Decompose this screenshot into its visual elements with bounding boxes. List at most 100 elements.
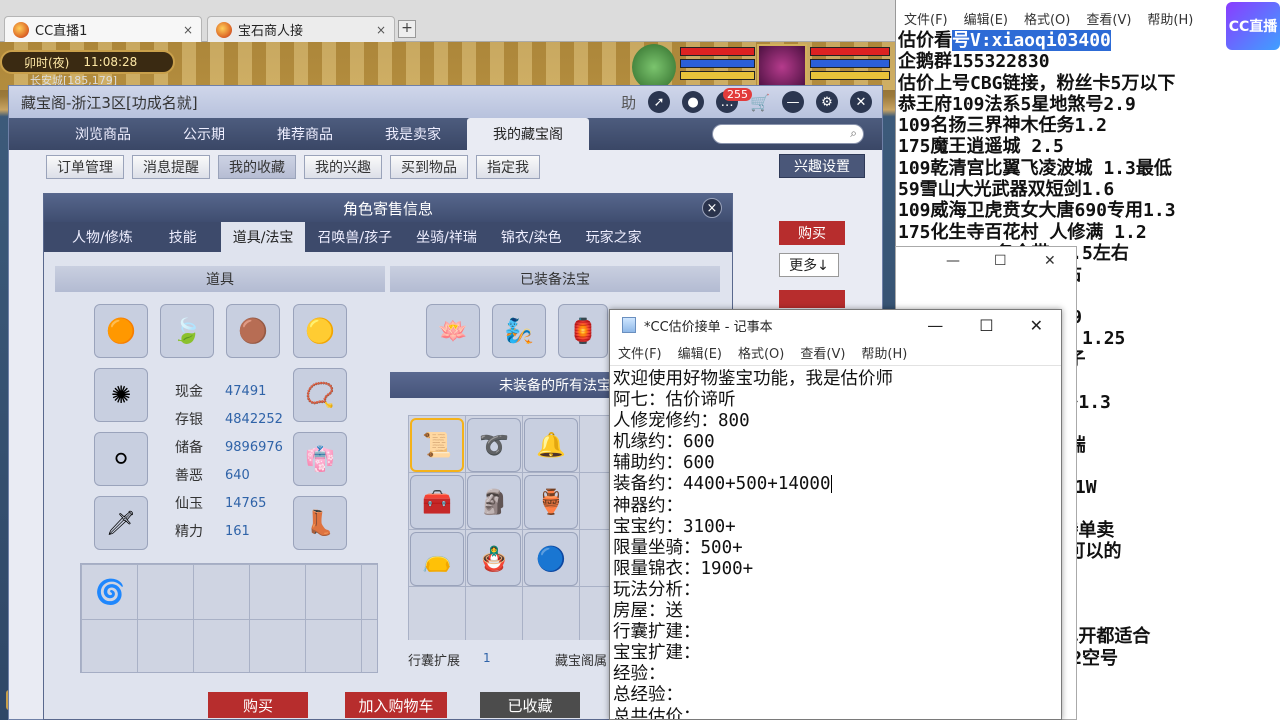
tab-items-treasures[interactable]: 道具/法宝 (220, 222, 306, 252)
menu-file[interactable]: 文件(F) (618, 343, 662, 362)
menu-view[interactable]: 查看(V) (1086, 9, 1131, 28)
doll-treasure-icon[interactable]: 🪆 (467, 532, 521, 586)
stat-value: 4842252 (225, 411, 283, 427)
notepad-line: 109乾清宫比翼飞凌波城 1.3最低 (898, 158, 1280, 179)
subnav-purchased[interactable]: 买到物品 (390, 155, 468, 179)
side-buy-button[interactable]: 购买 (779, 221, 845, 245)
scroll-treasure-icon[interactable]: 📜 (410, 418, 464, 472)
favorited-button[interactable]: 已收藏 (480, 692, 580, 718)
notepad-line: 行囊扩建： (613, 622, 701, 643)
record-icon[interactable]: ● (682, 91, 705, 113)
silver-swirl-item-icon[interactable]: 🌀 (85, 568, 135, 616)
robe-item-icon[interactable]: 👘 (293, 432, 347, 486)
menu-file[interactable]: 文件(F) (904, 9, 948, 28)
minimize-icon[interactable]: — (927, 316, 943, 335)
stat-value: 47491 (225, 383, 267, 399)
shield-item-icon[interactable]: ⚪ (94, 432, 148, 486)
gem-flower-item-icon[interactable]: ✺ (94, 368, 148, 422)
subnav-favorites[interactable]: 我的收藏 (218, 155, 296, 179)
subnav-messages[interactable]: 消息提醒 (132, 155, 210, 179)
tab-gem-merchant[interactable]: 宝石商人接 × (207, 16, 395, 42)
tab-cc-live[interactable]: CC直播1 × (4, 16, 202, 42)
tab-player-home[interactable]: 玩家之家 (574, 222, 654, 252)
dialog-close-icon[interactable]: × (702, 198, 722, 218)
figure-treasure-icon[interactable]: 🧞 (492, 304, 546, 358)
notepad-line: 玩法分析： (613, 579, 701, 600)
settings-gear-icon[interactable]: ⚙ (816, 91, 838, 113)
notepad-line: 恭王府109法系5星地煞号2.9 (898, 94, 1280, 115)
rope-treasure-icon[interactable]: ➰ (467, 418, 521, 472)
tab-close-icon[interactable]: × (376, 23, 386, 37)
buy-button[interactable]: 购买 (208, 692, 308, 718)
ring-item-icon[interactable]: 🟠 (94, 304, 148, 358)
tab-mounts[interactable]: 坐骑/祥瑞 (404, 222, 489, 252)
tab-outfits[interactable]: 锦衣/染色 (489, 222, 574, 252)
stat-row: 储备 9896976 (175, 433, 283, 461)
nav-recommended[interactable]: 推荐商品 (251, 118, 359, 150)
side-buy-button-2[interactable] (779, 290, 845, 308)
tab-summons[interactable]: 召唤兽/孩子 (305, 222, 404, 252)
add-to-cart-button[interactable]: 加入购物车 (345, 692, 447, 718)
clock-time: 11:08:28 (83, 55, 138, 69)
nav-seller[interactable]: 我是卖家 (359, 118, 467, 150)
minimize-icon[interactable]: — (782, 91, 804, 113)
menu-help[interactable]: 帮助(H) (861, 343, 907, 362)
menu-view[interactable]: 查看(V) (800, 343, 845, 362)
search-icon[interactable]: ⌕ (850, 126, 857, 141)
new-tab-button[interactable]: + (398, 20, 416, 38)
interest-settings-button[interactable]: 兴趣设置 (779, 154, 865, 178)
cc-favicon-icon (13, 21, 29, 38)
stat-value: 14765 (225, 495, 267, 511)
menu-format[interactable]: 格式(O) (738, 343, 784, 362)
maximize-icon[interactable]: ☐ (994, 253, 1007, 269)
necklace-item-icon[interactable]: 📿 (293, 368, 347, 422)
notepad-line: 辅助约：600 (613, 453, 715, 474)
stat-value: 640 (225, 467, 250, 483)
tab-close-icon[interactable]: × (183, 23, 193, 37)
bag-expand-label: 行囊扩展 (408, 654, 461, 669)
tab-character[interactable]: 人物/修炼 (60, 222, 145, 252)
lantern-treasure-icon[interactable]: 🏮 (558, 304, 608, 358)
close-icon[interactable]: ✕ (1044, 253, 1056, 269)
search-input[interactable]: ⌕ (712, 124, 864, 144)
cart-icon[interactable]: 🛒 (750, 93, 770, 112)
menu-edit[interactable]: 编辑(E) (964, 9, 1008, 28)
pouch-treasure-icon[interactable]: 👝 (410, 532, 464, 586)
leaf-item-icon[interactable]: 🍃 (160, 304, 214, 358)
menu-format[interactable]: 格式(O) (1024, 9, 1070, 28)
close-icon[interactable]: ✕ (850, 91, 872, 113)
menu-help[interactable]: 帮助(H) (1147, 9, 1193, 28)
tablet-treasure-icon[interactable]: 🗿 (467, 475, 521, 529)
subnav-interests[interactable]: 我的兴趣 (304, 155, 382, 179)
bell-treasure-icon[interactable]: 🔔 (524, 418, 578, 472)
help-button[interactable]: 助 (621, 92, 636, 113)
gourd-treasure-icon[interactable]: 🏺 (524, 475, 578, 529)
menu-edit[interactable]: 编辑(E) (678, 343, 722, 362)
bracelet-item-icon[interactable]: 🟤 (226, 304, 280, 358)
player-status-bars (810, 44, 890, 90)
notepad-line: 欢迎使用好物鉴宝功能，我是估价师 (613, 369, 893, 389)
nav-publicity[interactable]: 公示期 (157, 118, 251, 150)
minimize-icon[interactable]: — (946, 253, 960, 269)
bag-expand-value: 1 (483, 651, 491, 665)
nav-my-pavilion[interactable]: 我的藏宝阁 (467, 118, 589, 150)
close-icon[interactable]: ✕ (1030, 316, 1043, 335)
player-avatar[interactable] (757, 44, 807, 90)
staff-item-icon[interactable]: 🗡 (94, 496, 148, 550)
nav-browse[interactable]: 浏览商品 (49, 118, 157, 150)
tab-skills[interactable]: 技能 (145, 222, 221, 252)
boots-item-icon[interactable]: 👢 (293, 496, 347, 550)
line-text: 175魔王逍遥城 2.5 (898, 136, 1064, 158)
mirror-treasure-icon[interactable]: 🔵 (524, 532, 578, 586)
subnav-designated[interactable]: 指定我 (476, 155, 540, 179)
bangle-item-icon[interactable]: 🟡 (293, 304, 347, 358)
notepad-front-text[interactable]: 欢迎使用好物鉴宝功能，我是估价师 阿七：估价谛听 人修宠修约：800 机缘约：600 辅… (610, 366, 1061, 719)
side-more-button[interactable]: 更多↓ (779, 253, 839, 277)
share-icon[interactable]: ➚ (648, 91, 671, 113)
message-count-badge: 255 (723, 88, 752, 101)
chest-treasure-icon[interactable]: 🧰 (410, 475, 464, 529)
maximize-icon[interactable]: ☐ (979, 316, 993, 335)
lotus-treasure-icon[interactable]: 🪷 (426, 304, 480, 358)
subnav-orders[interactable]: 订单管理 (46, 155, 124, 179)
pet-avatar[interactable] (632, 44, 676, 90)
